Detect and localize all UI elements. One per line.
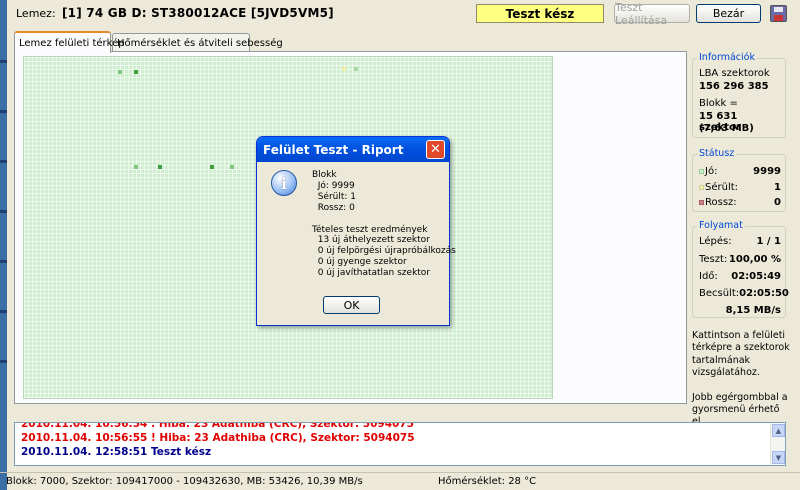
speed-value: 8,15 MB/s bbox=[725, 305, 781, 316]
log-box[interactable]: 2010.11.04. 10:56:54 : Hiba: 23 Adathiba… bbox=[14, 422, 786, 466]
information-icon: i bbox=[271, 170, 297, 196]
status-title: Státusz bbox=[697, 148, 737, 159]
speed-row: 8,15 MB/s bbox=[699, 305, 781, 316]
progress-group: Folyamat Lépés: 1 / 1 Teszt: 100,00 % Idő:… bbox=[692, 220, 789, 318]
estimate-row: Becsült: 02:05:50 bbox=[699, 288, 789, 299]
good-value: 9999 bbox=[753, 166, 781, 177]
map-block-damaged bbox=[342, 67, 346, 71]
disk-label: Lemez: bbox=[16, 7, 56, 20]
test-status-box: Teszt kész bbox=[476, 4, 604, 23]
map-block bbox=[230, 165, 234, 169]
good-row: Jó: 9999 bbox=[699, 166, 781, 177]
log-line: 2010.11.04. 10:56:54 : Hiba: 23 Adathiba… bbox=[21, 422, 414, 430]
close-button[interactable]: Bezár bbox=[696, 4, 761, 23]
estimate-label: Becsült: bbox=[699, 288, 740, 299]
desktop-edge bbox=[0, 0, 7, 490]
damaged-row: Sérült: 1 bbox=[699, 182, 781, 193]
status-group: Státusz Jó: 9999 Sérült: 1 Rossz: 0 bbox=[692, 148, 786, 212]
bad-row: Rossz: 0 bbox=[699, 197, 781, 208]
bad-value: 0 bbox=[774, 197, 781, 208]
bad-label: Rossz: bbox=[705, 197, 737, 208]
status-bar: Blokk: 7000, Szektor: 109417000 - 109432… bbox=[0, 472, 800, 490]
time-value: 02:05:49 bbox=[731, 271, 781, 282]
tab-surface-map[interactable]: Lemez felületi térkép bbox=[14, 31, 125, 53]
help-text: Kattintson a felületi térképre a szektor… bbox=[692, 330, 790, 429]
time-row: Idő: 02:05:49 bbox=[699, 271, 781, 282]
lba-value: 156 296 385 bbox=[699, 81, 769, 92]
step-row: Lépés: 1 / 1 bbox=[699, 236, 781, 247]
damaged-value: 1 bbox=[774, 182, 781, 193]
log-line: 2010.11.04. 12:58:51 Teszt kész bbox=[21, 446, 212, 458]
map-block bbox=[210, 165, 214, 169]
map-block bbox=[118, 70, 122, 74]
map-block bbox=[354, 67, 358, 71]
bad-swatch bbox=[699, 199, 704, 205]
info-title: Információk bbox=[697, 52, 757, 63]
floppy-save-icon[interactable] bbox=[770, 5, 787, 22]
log-line: 2010.11.04. 10:56:55 ! Hiba: 23 Adathiba… bbox=[21, 432, 415, 444]
test-value: 100,00 % bbox=[728, 254, 781, 265]
disk-name: [1] 74 GB D: ST380012ACE [5JVD5VM5] bbox=[62, 6, 334, 20]
scroll-up-icon[interactable]: ▲ bbox=[772, 424, 785, 437]
ok-button[interactable]: OK bbox=[323, 296, 380, 314]
test-label: Teszt: bbox=[699, 254, 728, 265]
stop-test-button[interactable]: Teszt Leállítása bbox=[614, 1, 690, 27]
damaged-label: Sérült: bbox=[705, 182, 739, 193]
step-value: 1 / 1 bbox=[756, 236, 781, 247]
good-swatch bbox=[699, 168, 704, 174]
map-block bbox=[158, 165, 162, 169]
estimate-value: 02:05:50 bbox=[739, 288, 789, 299]
log-scrollbar[interactable]: ▲ ▼ bbox=[770, 423, 785, 465]
statusbar-temperature: Hőmérséklet: 28 °C bbox=[438, 476, 537, 487]
map-block bbox=[134, 165, 138, 169]
block-label: Blokk = bbox=[699, 98, 738, 109]
info-group: Információk LBA szektorok 156 296 385 Bl… bbox=[692, 52, 786, 138]
block-mb: (7,63 MB) bbox=[699, 123, 754, 134]
report-dialog: Felület Teszt - Riport ✕ i Blokk Jó: 999… bbox=[256, 136, 456, 326]
progress-title: Folyamat bbox=[697, 220, 745, 231]
time-label: Idő: bbox=[699, 271, 718, 282]
step-label: Lépés: bbox=[699, 236, 732, 247]
top-toolbar: Lemez: [1] 74 GB D: ST380012ACE [5JVD5VM… bbox=[8, 0, 800, 28]
help-line-1: Kattintson a felületi térképre a szektor… bbox=[692, 330, 790, 379]
dialog-message: Blokk Jó: 9999 Sérült: 1 Rossz: 0 Tétele… bbox=[312, 170, 456, 279]
dialog-titlebar[interactable]: Felület Teszt - Riport ✕ bbox=[257, 137, 449, 162]
map-block bbox=[134, 70, 138, 74]
good-label: Jó: bbox=[705, 166, 718, 177]
lba-label: LBA szektorok bbox=[699, 68, 770, 79]
close-icon[interactable]: ✕ bbox=[426, 140, 445, 159]
test-row: Teszt: 100,00 % bbox=[699, 254, 781, 265]
damaged-swatch bbox=[699, 184, 704, 190]
statusbar-block-info: Blokk: 7000, Szektor: 109417000 - 109432… bbox=[6, 476, 363, 487]
tab-temperature[interactable]: Hőmérséklet és átviteli sebesség bbox=[112, 33, 283, 52]
dialog-title: Felület Teszt - Riport bbox=[263, 142, 404, 157]
scroll-down-icon[interactable]: ▼ bbox=[772, 451, 785, 464]
